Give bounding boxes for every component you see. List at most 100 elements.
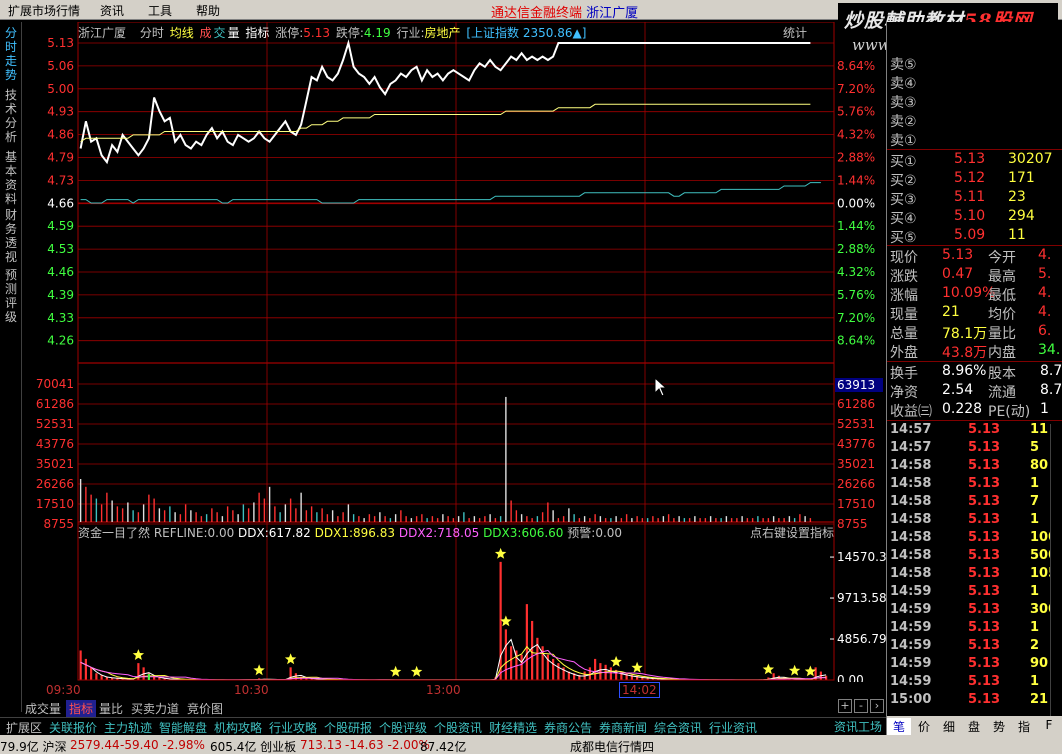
avg-price-line <box>80 103 811 143</box>
pct-tick-label: 5.76% <box>837 105 875 119</box>
menu-extended-market[interactable]: 扩展市场行情 <box>8 2 80 19</box>
tick-time: 14:59 <box>890 674 932 689</box>
bottom-tab-7[interactable]: 个股评级 <box>379 719 427 736</box>
info-workshop-link[interactable]: 资讯工场 <box>834 718 882 735</box>
status-sh-change: -59.40 -2.98% <box>120 738 205 752</box>
window-title: 通达信金融终端 浙江广厦 <box>491 2 638 21</box>
ddx-line <box>80 638 827 681</box>
stat-button[interactable]: 统计 <box>783 24 817 41</box>
tick-time: 14:59 <box>890 638 932 653</box>
stat-label-2: 内盘 <box>988 345 1016 361</box>
ddx1-value: 896.83 <box>353 526 396 540</box>
stat-value-2: 8.7 <box>1040 382 1062 398</box>
bottom-tab-2[interactable]: 主力轨迹 <box>104 719 152 736</box>
tab-fundamentals[interactable]: 基本资料 <box>2 150 20 206</box>
stat-value-2: 4. <box>1038 285 1052 301</box>
pct-tick-label: 1.44% <box>837 219 875 233</box>
pct-tick-label: 1.44% <box>837 173 875 187</box>
bottom-tab-12[interactable]: 综合资讯 <box>654 719 702 736</box>
volume-current-value: 63913 <box>837 378 875 392</box>
info-industry[interactable]: 房地产 <box>424 26 460 40</box>
volume-tick-label: 26266 <box>36 477 74 491</box>
btn-volume-ratio[interactable]: 量比 <box>96 700 126 717</box>
bottom-tab-13[interactable]: 行业资讯 <box>709 719 757 736</box>
status-gem-index: 713.13 <box>300 738 342 752</box>
tick-volume: 90 <box>1030 656 1049 671</box>
fund-tick-label: 0.00 <box>837 673 864 682</box>
quote-tab-3[interactable]: 盘 <box>962 718 986 735</box>
btn-indicator[interactable]: 指标 <box>66 700 97 717</box>
tick-time: 14:58 <box>890 458 932 473</box>
quote-tab-5[interactable]: 指 <box>1012 718 1036 735</box>
stat-label: 换手 <box>890 366 918 382</box>
price-tick-label: 4.53 <box>47 242 74 256</box>
btn-volume[interactable]: 成交量 <box>22 700 64 717</box>
bottom-tab-0[interactable]: 扩展区 <box>6 719 42 736</box>
tab-technical[interactable]: 技术分析 <box>2 88 20 144</box>
quote-tab-2[interactable]: 细 <box>937 718 961 735</box>
info-limit-down: 4.19 <box>363 26 391 40</box>
stat-label-2: 流通 <box>988 385 1016 401</box>
buy-signal-star-icon <box>631 661 643 673</box>
left-view-tabs: 分时走势 技术分析 基本资料 财务透视 预测评级 <box>0 22 22 712</box>
quote-tab-4[interactable]: 势 <box>987 718 1011 735</box>
bottom-tab-11[interactable]: 券商新闻 <box>599 719 647 736</box>
info-mode[interactable]: 分时 <box>140 26 164 40</box>
info-avg-line[interactable]: 均线 <box>170 26 194 40</box>
bottom-tab-8[interactable]: 个股资讯 <box>434 719 482 736</box>
volume-right-tick: 43776 <box>837 437 875 451</box>
info-index-name[interactable]: [上证指数 <box>466 26 519 40</box>
tick-time: 14:59 <box>890 602 932 617</box>
ddx-label: DDX: <box>238 526 269 540</box>
tab-intraday[interactable]: 分时走势 <box>2 26 20 82</box>
quote-tab-1[interactable]: 价 <box>912 718 936 735</box>
bottom-tab-4[interactable]: 机构攻略 <box>214 719 262 736</box>
bottom-tab-6[interactable]: 个股研报 <box>324 719 372 736</box>
menu-tools[interactable]: 工具 <box>148 2 172 19</box>
ddx-value: 617.82 <box>268 526 311 540</box>
bottom-tab-10[interactable]: 券商公告 <box>544 719 592 736</box>
volume-tick-label: 43776 <box>36 437 74 451</box>
pct-tick-label: 5.76% <box>837 288 875 302</box>
tick-volume: 2 <box>1030 638 1040 653</box>
tick-price: 5.13 <box>968 656 1001 671</box>
buy-signal-star-icon <box>804 665 817 677</box>
bottom-tab-3[interactable]: 智能解盘 <box>159 719 207 736</box>
btn-auction-chart[interactable]: 竞价图 <box>184 700 226 717</box>
bid-volume: 11 <box>1008 227 1026 243</box>
stat-value-2: 8.7 <box>1040 363 1062 379</box>
ddx3-value: 606.60 <box>521 526 564 540</box>
info-indicator[interactable]: 指标 <box>245 26 269 40</box>
pct-tick-label: 7.20% <box>837 311 875 325</box>
quote-tab-0[interactable]: 笔 <box>887 718 911 735</box>
tick-volume: 5 <box>1030 440 1040 455</box>
bottom-tab-9[interactable]: 财经精选 <box>489 719 537 736</box>
info-volume-3: 量 <box>227 26 240 40</box>
index-line <box>80 182 821 204</box>
bottom-tab-5[interactable]: 行业攻略 <box>269 719 317 736</box>
stat-value-2: 1 <box>1040 401 1049 417</box>
refline-label: REFLINE: <box>153 526 208 540</box>
panel-divider <box>887 420 1062 421</box>
tick-list-scrollbar[interactable] <box>1050 424 1062 736</box>
info-stock-name: 浙江广厦 <box>78 26 127 40</box>
intraday-chart[interactable]: 5.13 5.06 5.00 4.93 4.86 4.79 4.73 4.66 4.59 4.53… <box>22 22 886 682</box>
volume-tick-label: 8755 <box>43 517 74 531</box>
stat-label: 外盘 <box>890 345 918 361</box>
btn-buy-sell-force[interactable]: 买卖力道 <box>128 700 182 717</box>
bottom-tab-1[interactable]: 关联报价 <box>49 719 97 736</box>
bid-price: 5.12 <box>954 170 986 186</box>
menu-help[interactable]: 帮助 <box>196 2 220 19</box>
quote-tab-6[interactable]: F <box>1037 718 1061 732</box>
stat-value: 8.96% <box>942 363 987 379</box>
ddx1-label: DDX1: <box>314 526 354 540</box>
zoom-out-button[interactable]: - <box>854 699 868 713</box>
menu-news[interactable]: 资讯 <box>100 2 124 19</box>
scroll-right-button[interactable]: › <box>870 699 884 713</box>
tab-forecast[interactable]: 预测评级 <box>2 268 20 324</box>
indicator-settings-hint[interactable]: 点右键设置指标 <box>750 524 834 541</box>
stat-label-2: PE(动) <box>988 404 1031 420</box>
zoom-in-button[interactable]: + <box>838 699 852 713</box>
bid-price: 5.09 <box>954 227 986 243</box>
tab-financials[interactable]: 财务透视 <box>2 208 20 264</box>
